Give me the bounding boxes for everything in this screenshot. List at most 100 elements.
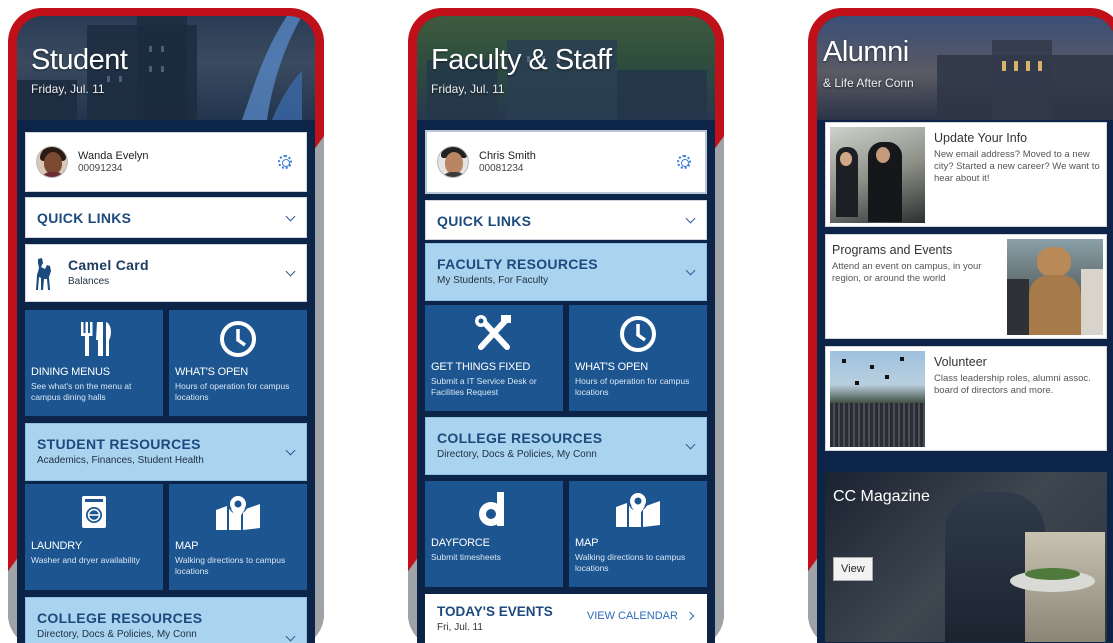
chevron-down-icon (285, 266, 296, 277)
tile-description: See what's on the menu at campus dining … (31, 381, 132, 402)
gear-icon[interactable] (677, 155, 691, 169)
map-pin-icon (616, 491, 660, 527)
quick-links-accordion[interactable]: QUICK LINKS (25, 197, 307, 238)
tile-label: WHAT'S OPEN (575, 361, 649, 373)
college-resources-accordion[interactable]: COLLEGE RESOURCES Directory, Docs & Poli… (425, 417, 707, 475)
student-resources-accordion[interactable]: STUDENT RESOURCES Academics, Finances, S… (25, 423, 307, 481)
card-title: Update Your Info (934, 131, 1028, 145)
chevron-down-icon (285, 211, 296, 221)
accordion-title: STUDENT RESOURCES (37, 436, 201, 452)
volunteer-card[interactable]: Volunteer Class leadership roles, alumni… (825, 346, 1107, 451)
camel-mascot-photo (1007, 239, 1103, 335)
tile-description: Submit timesheets (431, 552, 501, 562)
page-date: Friday, Jul. 11 (31, 82, 105, 96)
tile-description: Hours of operation for campus locations (575, 376, 690, 397)
card-title: Volunteer (934, 355, 987, 369)
tile-description: Washer and dryer availability (31, 555, 140, 565)
page-date: Friday, Jul. 11 (431, 82, 505, 96)
graduates-photo (830, 127, 925, 223)
tile-whats-open[interactable]: WHAT'S OPEN Hours of operation for campu… (569, 305, 707, 411)
tile-label: GET THINGS FIXED (431, 361, 531, 373)
profile-card[interactable]: Wanda Evelyn 00091234 (25, 132, 307, 192)
alumni-header: Alumni & Life After Conn (817, 16, 1113, 120)
tile-label: DAYFORCE (431, 537, 490, 549)
gear-icon[interactable] (278, 155, 292, 169)
student-screen: Student Friday, Jul. 11 Wanda Evelyn 000… (17, 16, 315, 643)
faculty-screen: Faculty & Staff Friday, Jul. 11 Chris Sm… (417, 16, 715, 643)
accordion-title: COLLEGE RESOURCES (37, 610, 203, 626)
wrench-screwdriver-icon (475, 315, 511, 350)
clock-icon (620, 316, 656, 352)
view-calendar-label: VIEW CALENDAR (586, 610, 678, 622)
tile-whats-open[interactable]: WHAT'S OPEN Hours of operation for campu… (169, 310, 307, 416)
camel-icon (36, 258, 51, 290)
student-phone: Student Friday, Jul. 11 Wanda Evelyn 000… (8, 8, 324, 643)
dayforce-logo-icon (479, 492, 504, 526)
accordion-subtitle: Directory, Docs & Policies, My Conn (37, 629, 197, 640)
camel-logo-graphic (242, 16, 302, 120)
tile-description: Hours of operation for campus locations (175, 381, 290, 402)
todays-events-card: TODAY'S EVENTS Fri, Jul. 11 VIEW CALENDA… (425, 594, 707, 643)
commencement-photo (830, 351, 925, 447)
card-text: New email address? Moved to a new city? … (934, 149, 1100, 184)
quick-links-accordion[interactable]: QUICK LINKS (425, 200, 707, 240)
page-subtitle: & Life After Conn (823, 76, 914, 90)
profile-name: Chris Smith (479, 149, 536, 162)
accordion-title: COLLEGE RESOURCES (437, 430, 603, 446)
magazine-title: CC Magazine (833, 488, 930, 505)
accordion-subtitle: Academics, Finances, Student Health (37, 455, 204, 466)
camel-card-title: Camel Card (68, 257, 149, 273)
tile-description: Submit a IT Service Desk or Facilities R… (431, 376, 537, 397)
accordion-title: QUICK LINKS (437, 213, 532, 229)
tile-description: Walking directions to campus locations (175, 555, 286, 576)
faculty-resources-accordion[interactable]: FACULTY RESOURCES My Students, For Facul… (425, 243, 707, 301)
card-text: Attend an event on campus, in your regio… (832, 261, 982, 284)
tile-map[interactable]: MAP Walking directions to campus locatio… (569, 481, 707, 587)
tile-dayforce[interactable]: DAYFORCE Submit timesheets (425, 481, 563, 587)
tile-get-things-fixed[interactable]: GET THINGS FIXED Submit a IT Service Des… (425, 305, 563, 411)
programs-events-card[interactable]: Programs and Events Attend an event on c… (825, 234, 1107, 339)
map-pin-icon (216, 494, 260, 530)
cc-magazine-banner: CC Magazine View (825, 472, 1107, 642)
view-button[interactable]: View (833, 557, 873, 581)
profile-id: 00081234 (479, 162, 524, 174)
avatar (437, 146, 469, 178)
card-title: Programs and Events (832, 243, 953, 257)
accordion-title: FACULTY RESOURCES (437, 256, 598, 272)
chevron-down-icon (685, 265, 696, 276)
accordion-title: QUICK LINKS (37, 210, 132, 226)
camel-card-accordion[interactable]: Camel Card Balances (25, 244, 307, 302)
profile-name: Wanda Evelyn (78, 149, 149, 162)
chevron-down-icon (285, 631, 296, 642)
page-title: Student (31, 44, 128, 76)
page-title: Alumni (823, 36, 909, 68)
events-date: Fri, Jul. 11 (437, 622, 483, 633)
tile-map[interactable]: MAP Walking directions to campus locatio… (169, 484, 307, 590)
avatar (36, 146, 68, 178)
washing-machine-icon (82, 496, 106, 528)
student-header: Student Friday, Jul. 11 (17, 16, 315, 120)
college-resources-accordion[interactable]: COLLEGE RESOURCES Directory, Docs & Poli… (25, 597, 307, 643)
fork-knife-icon (81, 322, 111, 356)
tile-label: MAP (175, 540, 199, 552)
chevron-down-icon (285, 445, 296, 456)
tile-description: Walking directions to campus locations (575, 552, 686, 573)
alumni-screen: Alumni & Life After Conn Update Your Inf… (817, 16, 1113, 643)
view-calendar-link[interactable]: VIEW CALENDAR (586, 610, 695, 622)
accordion-subtitle: Directory, Docs & Policies, My Conn (437, 449, 597, 460)
card-text: Class leadership roles, alumni assoc. bo… (934, 373, 1091, 396)
chevron-right-icon (685, 611, 695, 621)
chevron-down-icon (685, 439, 696, 450)
alumni-phone: Alumni & Life After Conn Update Your Inf… (808, 8, 1113, 643)
page-title: Faculty & Staff (431, 44, 612, 76)
tile-laundry[interactable]: LAUNDRY Washer and dryer availability (25, 484, 163, 590)
faculty-header: Faculty & Staff Friday, Jul. 11 (417, 16, 715, 120)
profile-card[interactable]: Chris Smith 00081234 (425, 130, 707, 194)
accordion-subtitle: My Students, For Faculty (437, 275, 549, 286)
tile-label: MAP (575, 537, 599, 549)
faculty-phone: Faculty & Staff Friday, Jul. 11 Chris Sm… (408, 8, 724, 643)
clock-icon (220, 321, 256, 357)
tile-dining-menus[interactable]: DINING MENUS See what's on the menu at c… (25, 310, 163, 416)
update-info-card[interactable]: Update Your Info New email address? Move… (825, 122, 1107, 227)
profile-id: 00091234 (78, 162, 123, 174)
